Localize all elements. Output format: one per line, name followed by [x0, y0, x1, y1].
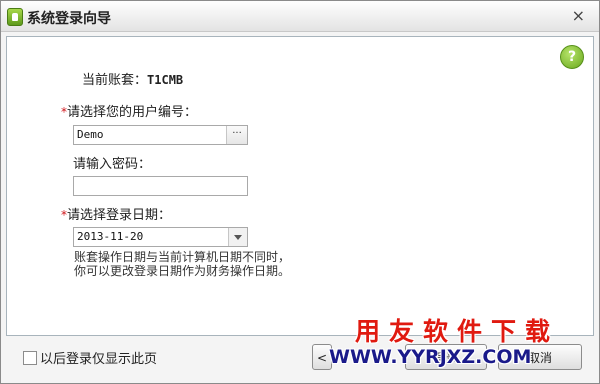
help-icon[interactable]: ?: [560, 45, 584, 69]
user-id-field[interactable]: Demo ···: [73, 125, 248, 145]
date-label: *请选择登录日期：: [61, 204, 171, 223]
date-note-line1: 账套操作日期与当前计算机日期不同时，: [74, 250, 291, 264]
skip-checkbox[interactable]: [23, 351, 37, 365]
watermark-url: WWW.YYRJXZ.COM: [329, 346, 532, 368]
browse-users-button[interactable]: ···: [226, 126, 247, 144]
close-icon[interactable]: ×: [572, 8, 585, 24]
account-label: 当前账套：T1CMB: [82, 69, 183, 88]
skip-checkbox-label[interactable]: 以后登录仅显示此页: [40, 348, 157, 367]
account-label-text: 当前账套：: [82, 73, 148, 88]
login-date-value: 2013-11-20: [77, 230, 144, 243]
user-label-text: 请选择您的用户编号：: [67, 105, 198, 120]
chevron-down-icon[interactable]: [228, 228, 247, 246]
date-note-line2: 你可以更改登录日期作为财务操作日期。: [74, 264, 291, 278]
date-note: 账套操作日期与当前计算机日期不同时， 你可以更改登录日期作为财务操作日期。: [74, 250, 290, 278]
user-label: *请选择您的用户编号：: [61, 101, 197, 120]
password-field[interactable]: [73, 176, 248, 196]
login-date-select[interactable]: 2013-11-20: [73, 227, 248, 247]
account-value: T1CMB: [147, 73, 184, 87]
user-id-value: Demo: [77, 128, 104, 141]
title-bar[interactable]: 系统登录向导 ×: [1, 1, 599, 32]
login-wizard-window: 系统登录向导 × ? 当前账套：T1CMB *请选择您的用户编号： Demo ·…: [0, 0, 600, 384]
date-label-text: 请选择登录日期：: [67, 208, 172, 223]
window-title: 系统登录向导: [27, 11, 111, 27]
password-label: 请输入密码：: [73, 157, 152, 172]
app-bag-icon: [7, 8, 23, 26]
watermark-title: 用友软件下载: [355, 317, 560, 346]
